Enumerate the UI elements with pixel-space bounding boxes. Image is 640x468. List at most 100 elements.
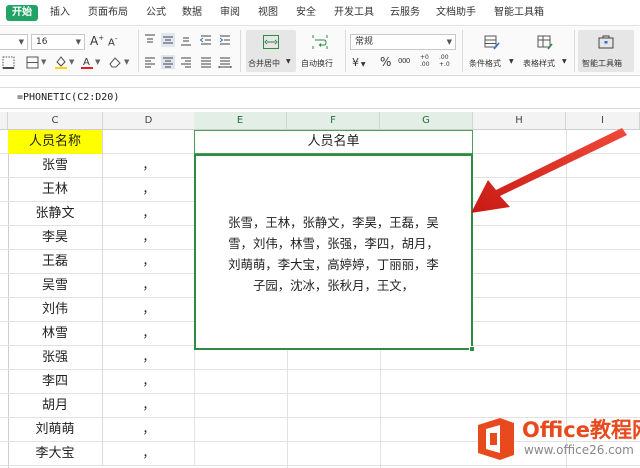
chevron-down-icon[interactable]: ▼ [41,58,46,66]
separator-cell[interactable]: ， [103,442,195,466]
tab-security[interactable]: 安全 [296,6,316,20]
chevron-down-icon[interactable]: ▼ [69,58,74,66]
decrease-indent-icon[interactable] [199,33,213,47]
result-line: 张雪，王林，张静文，李昊，王磊，吴 [228,215,439,230]
percent-button[interactable]: % [380,55,391,69]
align-right-icon[interactable] [179,55,193,69]
increase-indent-icon[interactable] [218,33,232,47]
column-header-i[interactable]: I [566,112,640,130]
chevron-down-icon[interactable]: ▼ [95,58,100,66]
tab-doc-assistant[interactable]: 文档助手 [436,6,476,20]
tab-page-layout[interactable]: 页面布局 [88,6,128,20]
tab-formulas[interactable]: 公式 [146,6,166,20]
border-style-icon[interactable] [26,56,40,70]
merge-center-button[interactable]: 合并居中 ▼ [246,30,296,72]
distributed-align-icon[interactable] [218,55,232,69]
result-line: 雪，刘伟，林雪，张强，李四，胡月， [228,236,439,251]
tab-home[interactable]: 开始 [6,5,38,21]
name-cell[interactable]: 刘伟 [8,298,103,322]
tab-smart-toolbox[interactable]: 智能工具箱 [494,6,544,20]
separator-cell[interactable]: ， [103,298,195,322]
column-header-d[interactable]: D [103,112,195,130]
thousands-separator-button[interactable]: 000 [398,57,410,65]
separator-cell[interactable]: ， [103,154,195,178]
tab-cloud-service[interactable]: 云服务 [390,6,420,20]
chevron-down-icon: ▼ [286,58,291,65]
separator-cell[interactable]: ， [103,226,195,250]
name-cell[interactable]: 王林 [8,178,103,202]
separator-cell[interactable]: ， [103,322,195,346]
ribbon-divider [574,30,575,72]
tab-view[interactable]: 视图 [258,6,278,20]
ribbon-divider [345,30,346,72]
wrap-text-label: 自动换行 [301,59,333,68]
fill-handle[interactable] [469,346,475,352]
font-color-icon[interactable]: A [80,55,94,69]
merged-result-cell[interactable]: 张雪，王林，张静文，李昊，王磊，吴 雪，刘伟，林雪，张强，李四，胡月， 刘萌萌，… [194,154,473,350]
watermark-brand: Office教程网 [522,418,640,442]
name-cell[interactable]: 张强 [8,346,103,370]
separator-cell[interactable]: ， [103,370,195,394]
border-icon[interactable] [2,56,16,70]
separator-cell[interactable]: ， [103,418,195,442]
decrease-decimal-button[interactable]: .00 +.0 [439,54,453,68]
name-cell[interactable]: 李四 [8,370,103,394]
column-header-e[interactable]: E [194,112,287,130]
tab-review[interactable]: 审阅 [220,6,240,20]
chevron-down-icon: ▼ [446,38,452,46]
formula-bar[interactable]: =PHONETIC(C2:D20) [0,87,640,109]
tab-insert[interactable]: 插入 [50,6,70,20]
name-cell[interactable]: 张雪 [8,154,103,178]
column-header-g[interactable]: G [380,112,473,130]
name-cell[interactable]: 李大宝 [8,442,103,466]
row-header-corner [0,112,8,130]
name-cell[interactable]: 王磊 [8,250,103,274]
align-middle-icon[interactable] [161,33,175,47]
name-cell[interactable]: 林雪 [8,322,103,346]
name-header-cell[interactable]: 人员名称 [8,130,103,154]
separator-cell[interactable]: ， [103,202,195,226]
table-style-button[interactable]: 表格样式 ▼ [520,30,570,72]
align-top-icon[interactable] [143,33,157,47]
number-format-select[interactable]: 常规 ▼ [350,34,456,50]
separator-cell[interactable]: ， [103,394,195,418]
justify-icon[interactable] [199,55,213,69]
wrap-text-button[interactable]: 自动换行 [298,30,342,72]
column-header-h[interactable]: H [473,112,566,130]
conditional-format-button[interactable]: 条件格式 ▼ [466,30,518,72]
empty-cell[interactable] [103,130,195,154]
separator-cell[interactable]: ， [103,346,195,370]
align-center-icon[interactable] [161,55,175,69]
column-header-c[interactable]: C [8,112,103,130]
separator-cell[interactable]: ， [103,178,195,202]
tab-developer[interactable]: 开发工具 [334,6,374,20]
font-shrink-icon[interactable]: A- [108,35,117,48]
name-cell[interactable]: 李昊 [8,226,103,250]
watermark-url: www.office26.com [524,443,634,457]
align-left-icon[interactable] [143,55,157,69]
smart-toolbox-button[interactable]: 智能工具箱 [578,30,634,72]
concatenated-names: 张雪，王林，张静文，李昊，王磊，吴 雪，刘伟，林雪，张强，李四，胡月， 刘萌萌，… [202,212,465,296]
name-cell[interactable]: 刘萌萌 [8,418,103,442]
increase-decimal-button[interactable]: +0 .00 [420,54,434,68]
currency-button[interactable]: ¥ ▼ [352,56,366,69]
list-title-cell[interactable]: 人员名单 [194,130,473,154]
result-line: 刘萌萌，李大宝，高婷婷，丁丽丽，李 [228,257,439,272]
conditional-format-label: 条件格式 [469,59,501,68]
fill-color-icon[interactable] [54,55,68,69]
font-name-select[interactable]: ▼ [0,34,28,50]
name-cell[interactable]: 吴雪 [8,274,103,298]
name-cell[interactable]: 胡月 [8,394,103,418]
table-row: 李四， [0,370,640,394]
font-size-select[interactable]: 16 ▼ [31,34,85,50]
menu-bar: 开始 插入 页面布局 公式 数据 审阅 视图 安全 开发工具 云服务 文档助手 … [0,0,640,26]
align-bottom-icon[interactable] [179,33,193,47]
eraser-icon[interactable] [108,55,122,69]
separator-cell[interactable]: ， [103,274,195,298]
tab-data[interactable]: 数据 [182,6,202,20]
name-cell[interactable]: 张静文 [8,202,103,226]
separator-cell[interactable]: ， [103,250,195,274]
column-header-f[interactable]: F [287,112,380,130]
chevron-down-icon[interactable]: ▼ [124,58,129,66]
font-grow-icon[interactable]: A+ [90,34,104,48]
